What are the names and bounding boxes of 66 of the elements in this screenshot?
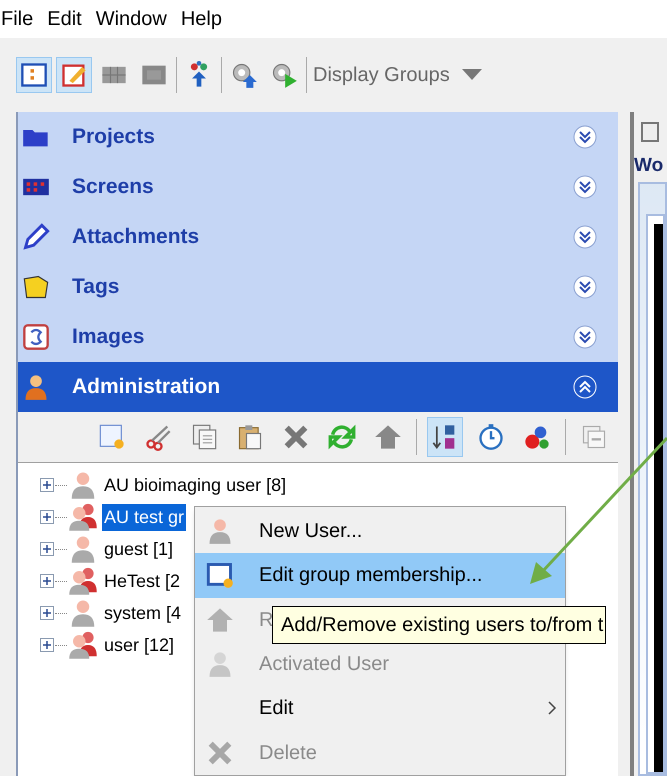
- delete-icon: [206, 738, 234, 767]
- tree-item[interactable]: AU test gr: [102, 504, 186, 530]
- section-header[interactable]: Images: [18, 312, 618, 362]
- menu-item: Delete: [195, 730, 565, 775]
- copy-icon: [190, 423, 218, 451]
- toolbar-button[interactable]: [427, 417, 463, 457]
- delete-icon: [282, 423, 310, 451]
- menu-item[interactable]: Window: [94, 4, 168, 34]
- tree-item[interactable]: system [4: [102, 600, 184, 626]
- refresh-icon: [328, 423, 356, 451]
- pencil-icon: [22, 223, 50, 251]
- section-header[interactable]: Projects: [18, 112, 618, 162]
- home-icon: [206, 606, 234, 634]
- section-header[interactable]: Tags: [18, 262, 618, 312]
- collapse-icon[interactable]: [572, 374, 598, 400]
- menu-item: Activated User: [195, 642, 565, 686]
- expand-icon[interactable]: [40, 542, 54, 556]
- section-title: Tags: [72, 274, 120, 300]
- menu-item[interactable]: Edit: [195, 686, 565, 731]
- section-header[interactable]: Attachments: [18, 212, 618, 262]
- expand-icon[interactable]: [572, 174, 598, 200]
- menu-item[interactable]: New User...: [195, 509, 565, 554]
- home-icon: [374, 423, 402, 451]
- group-icon: [68, 566, 98, 596]
- images-icon: [22, 323, 50, 351]
- tree-item[interactable]: user [12]: [102, 632, 176, 658]
- expand-icon[interactable]: [40, 606, 54, 620]
- collapse-icon: [580, 423, 608, 451]
- menu-item[interactable]: Help: [180, 4, 223, 34]
- toolbar-button[interactable]: [56, 57, 92, 93]
- group-icon: [68, 502, 98, 532]
- caret-icon: [462, 69, 482, 81]
- gear-icon: [270, 61, 298, 89]
- expand-icon[interactable]: [572, 124, 598, 150]
- section-header[interactable]: Administration: [18, 362, 618, 412]
- tag-icon: [22, 273, 50, 301]
- section-title: Attachments: [72, 224, 200, 250]
- section-title: Screens: [72, 174, 155, 200]
- expand-icon[interactable]: [572, 324, 598, 350]
- new-document-icon: [98, 423, 126, 451]
- paste-icon: [236, 423, 264, 451]
- expand-icon[interactable]: [572, 274, 598, 300]
- menu-item[interactable]: Edit group membership...: [195, 553, 565, 598]
- group-icon: [68, 630, 98, 660]
- expand-icon[interactable]: [572, 224, 598, 250]
- gear-icon: [230, 61, 258, 89]
- menu-item[interactable]: File: [0, 4, 34, 34]
- section-title: Administration: [72, 374, 222, 400]
- expand-icon[interactable]: [40, 510, 54, 524]
- display-groups-dropdown[interactable]: Display Groups: [313, 60, 482, 90]
- section-header[interactable]: Screens: [18, 162, 618, 212]
- window-icon: [206, 561, 234, 590]
- panel-title: Wo: [634, 154, 664, 178]
- scissors-icon: [144, 423, 172, 451]
- expand-icon[interactable]: [40, 478, 54, 492]
- section-title: Images: [72, 324, 146, 350]
- stopwatch-icon: [477, 423, 505, 451]
- tree-item[interactable]: HeTest [2: [102, 568, 182, 594]
- tooltip: Add/Remove existing users to/from t: [272, 606, 606, 644]
- tree-item[interactable]: guest [1]: [102, 536, 176, 562]
- tree-item[interactable]: AU bioimaging user [8]: [102, 472, 288, 498]
- expand-icon[interactable]: [40, 638, 54, 652]
- expand-icon[interactable]: [40, 574, 54, 588]
- toolbar-button[interactable]: [16, 57, 52, 93]
- section-title: Projects: [72, 124, 156, 150]
- menu-item[interactable]: Edit: [46, 4, 83, 34]
